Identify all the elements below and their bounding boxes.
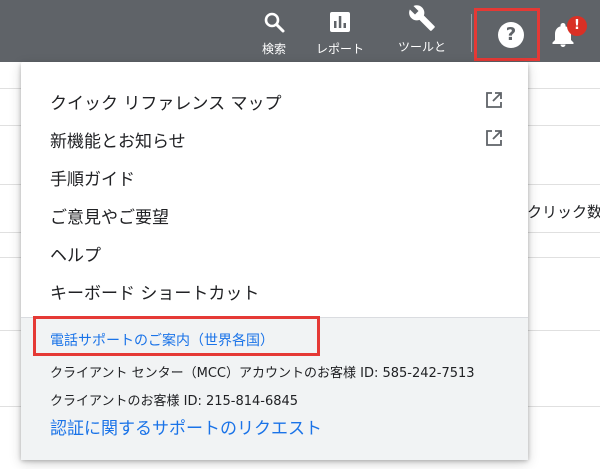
wrench-icon: [408, 4, 436, 36]
verification-support-request-link[interactable]: 認証に関するサポートのリクエスト: [50, 414, 322, 439]
search-icon: [262, 10, 286, 38]
client-customer-id: クライアントのお客様 ID: 215-814-6845: [50, 394, 299, 409]
phone-support-highlight: [33, 316, 320, 356]
menu-item-keyboard-shortcuts[interactable]: キーボード ショートカット: [50, 279, 259, 304]
search-tool-label: 検索: [261, 42, 287, 56]
menu-item-help[interactable]: ヘルプ: [50, 241, 101, 266]
help-button-highlight: [474, 8, 540, 61]
menu-item-quick-reference-map[interactable]: クイック リファレンス マップ: [50, 89, 281, 114]
search-tool-button[interactable]: 検索: [252, 0, 296, 62]
toolbar-divider: [471, 14, 472, 52]
menu-item-step-guide[interactable]: 手順ガイド: [50, 165, 135, 190]
open-in-new-icon: [485, 91, 503, 113]
mcc-customer-id: クライアント センター（MCC）アカウントのお客様 ID: 585-242-75…: [50, 366, 475, 381]
reports-tool-label: レポート: [315, 42, 365, 56]
reports-tool-button[interactable]: レポート: [312, 0, 368, 62]
background-column-header: クリック数: [527, 203, 600, 221]
menu-footer: 電話サポートのご案内（世界各国） クライアント センター（MCC）アカウントのお…: [21, 316, 528, 460]
open-in-new-icon: [485, 129, 503, 151]
tools-settings-label: ツールと: [397, 40, 447, 54]
top-bar: 検索 レポート ツールと ? !: [0, 0, 600, 62]
help-dropdown-menu: クイック リファレンス マップ 新機能とお知らせ 手順ガイド ご意見やご要望 ヘ…: [21, 62, 528, 460]
menu-item-whats-new[interactable]: 新機能とお知らせ: [50, 127, 186, 152]
tools-settings-button[interactable]: ツールと: [392, 0, 452, 62]
bar-chart-icon: [328, 10, 352, 38]
notification-alert-badge: !: [567, 16, 587, 36]
menu-item-feedback[interactable]: ご意見やご要望: [50, 203, 169, 228]
